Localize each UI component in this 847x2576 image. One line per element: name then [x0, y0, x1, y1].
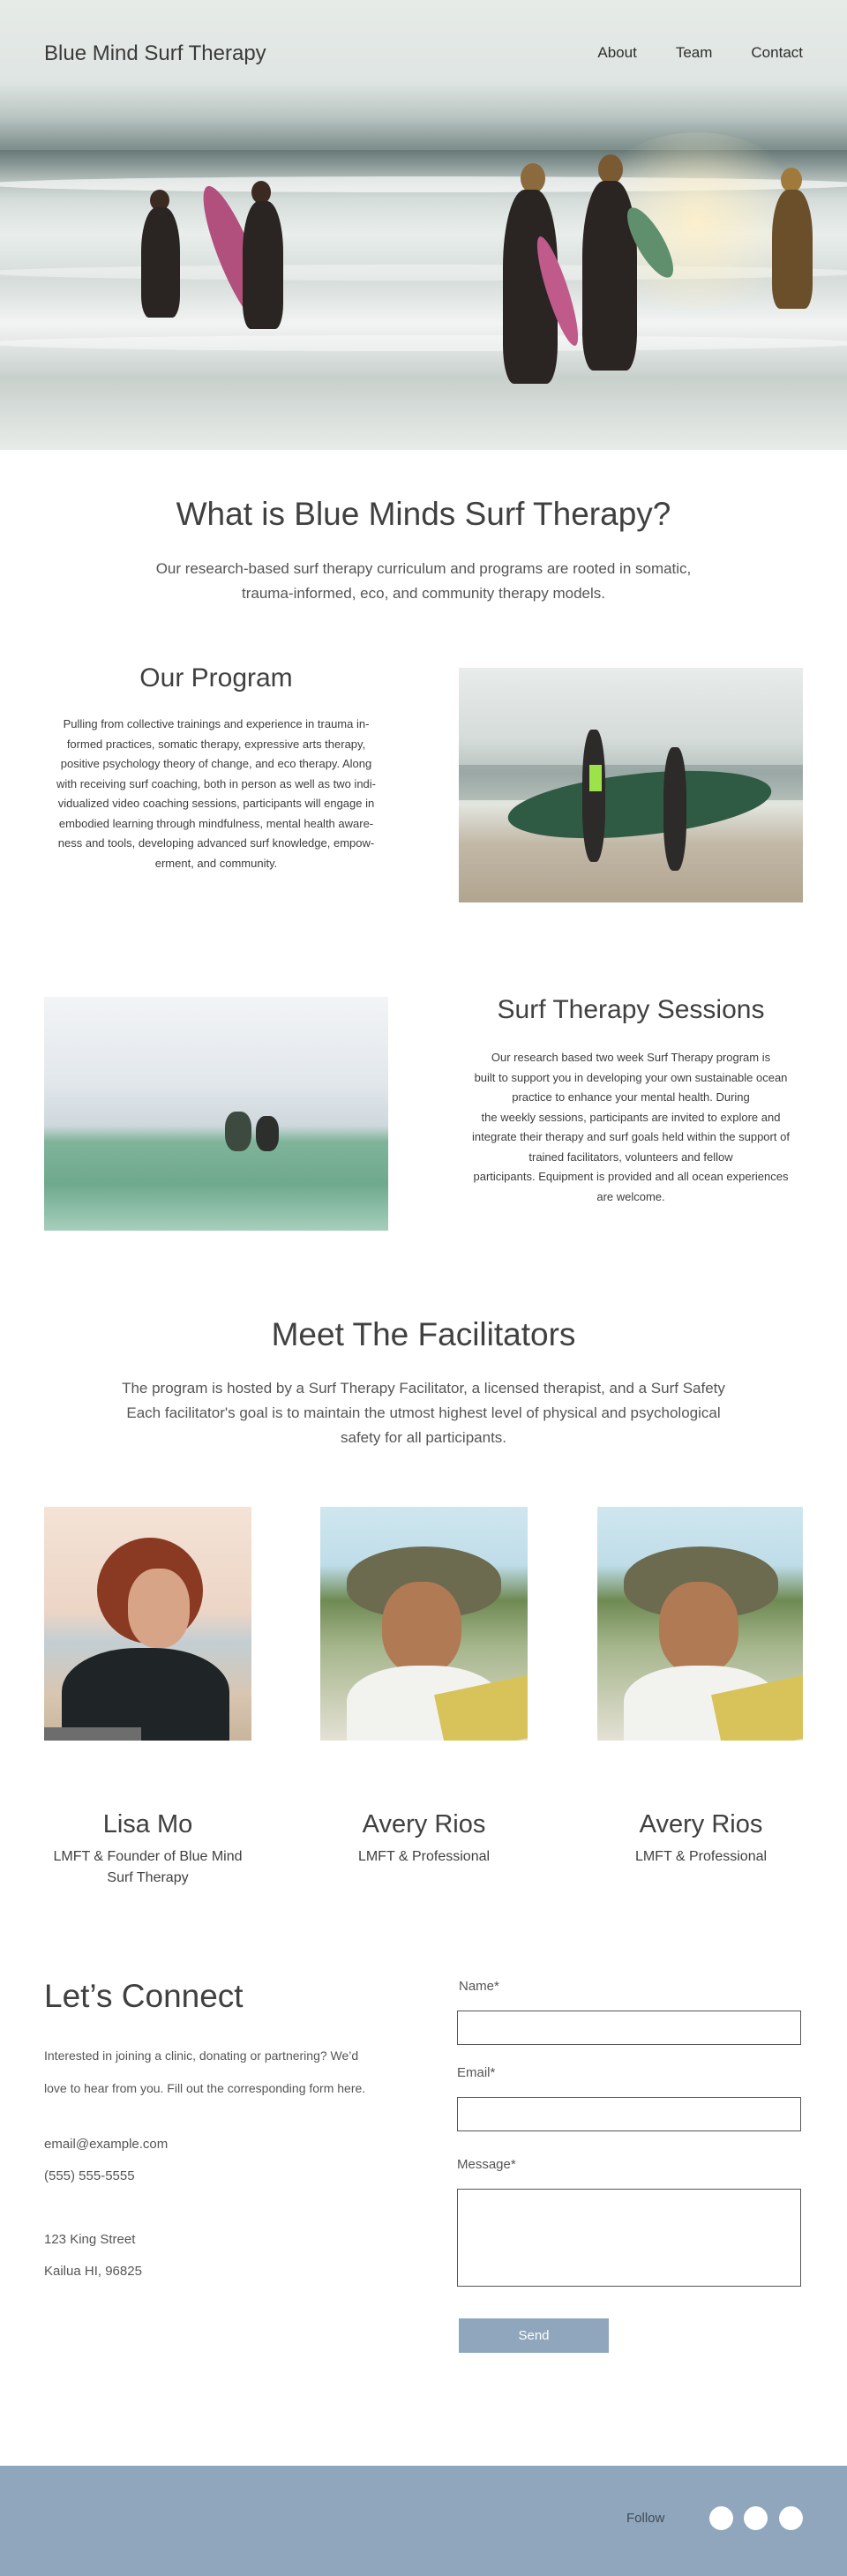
sessions-text: Our research based two week Surf Therapy…: [459, 1048, 803, 1207]
surfer-figure: [243, 201, 283, 329]
program-title: Our Program: [139, 663, 293, 693]
facilitator-name: Avery Rios: [639, 1810, 763, 1838]
facilitator-role: LMFT & Professional: [357, 1849, 491, 1864]
sessions-text-line: built to support you in developing your …: [474, 1070, 788, 1084]
nav-team[interactable]: Team: [676, 44, 713, 62]
hero-foam: [0, 335, 847, 351]
child-figure: [663, 747, 686, 871]
intro-text: Our research-based surf therapy curricul…: [0, 557, 847, 606]
program-text: Pulling from collective trainings and ex…: [44, 715, 388, 873]
connect-text-line: love to hear from you. Fill out the corr…: [44, 2081, 366, 2095]
facilitator-photo: [597, 1507, 803, 1741]
site-logo[interactable]: Blue Mind Surf Therapy: [44, 41, 266, 66]
sessions-text-line: the weekly sessions, participants are in…: [481, 1110, 781, 1124]
name-label: Name*: [459, 1979, 499, 1994]
name-field[interactable]: [457, 2011, 801, 2045]
facilitators-text-line: Each facilitator's goal is to maintain t…: [126, 1404, 721, 1421]
facilitator-card: Lisa Mo LMFT & Founder of Blue Mind Surf…: [26, 1810, 269, 1889]
program-text-line: Pulling from collective trainings and ex…: [63, 717, 370, 730]
surfer-figure: [141, 207, 180, 318]
program-text-line: positive psychology theory of change, an…: [60, 757, 372, 770]
facilitator-name: Avery Rios: [362, 1810, 486, 1838]
facilitator-card: Avery Rios LMFT & Professional: [580, 1810, 822, 1868]
message-label: Message*: [457, 2157, 516, 2172]
nav-about[interactable]: About: [597, 44, 636, 62]
main-nav: About Team Contact: [558, 44, 803, 62]
sessions-text-line: participants. Equipment is provided and …: [473, 1170, 789, 1183]
hero-image: Blue Mind Surf Therapy About Team Contac…: [0, 0, 847, 450]
facilitators-title: Meet The Facilitators: [271, 1316, 576, 1352]
intro-title: What is Blue Minds Surf Therapy?: [176, 496, 671, 532]
message-field[interactable]: [457, 2189, 801, 2287]
follow-label: Follow: [626, 2511, 665, 2526]
facilitators-text: The program is hosted by a Surf Therapy …: [0, 1376, 847, 1450]
sessions-text-line: practice to enhance your mental health. …: [512, 1090, 750, 1104]
email-label: Email*: [457, 2065, 496, 2080]
surfer-figure: [772, 190, 813, 309]
address-line: Kailua HI, 96825: [44, 2264, 142, 2279]
intro-text-line: trauma-informed, eco, and community ther…: [242, 585, 605, 602]
facilitator-name: Lisa Mo: [102, 1810, 193, 1838]
sessions-photo: [44, 997, 388, 1231]
contact-phone[interactable]: (555) 555-5555: [44, 2168, 135, 2183]
facilitator-role: LMFT & Founder of Blue Mind: [53, 1849, 243, 1864]
facilitators-text-line: The program is hosted by a Surf Therapy …: [122, 1380, 725, 1397]
person-figure: [225, 1112, 251, 1151]
connect-text-line: Interested in joining a clinic, donating…: [44, 2048, 359, 2063]
facilitator-card: Avery Rios LMFT & Professional: [303, 1810, 545, 1868]
nav-contact[interactable]: Contact: [751, 44, 803, 62]
program-text-line: ness and tools, developing advanced surf…: [57, 836, 375, 850]
sessions-text-line: are welcome.: [596, 1189, 665, 1203]
program-text-line: embodied learning through mindfulness, m…: [58, 816, 374, 830]
program-photo: [459, 668, 803, 902]
surfer-head: [781, 168, 802, 192]
contact-email[interactable]: email@example.com: [44, 2137, 168, 2152]
program-text-line: erment, and community.: [154, 856, 278, 870]
sessions-title: Surf Therapy Sessions: [497, 995, 765, 1024]
program-text-line: with receiving surf coaching, both in pe…: [56, 776, 376, 790]
facilitator-photo: [44, 1507, 251, 1741]
connect-title: Let’s Connect: [44, 1978, 244, 2014]
facilitator-photo: [320, 1507, 528, 1741]
email-field[interactable]: [457, 2097, 801, 2131]
intro-text-line: Our research-based surf therapy curricul…: [155, 560, 692, 577]
send-button[interactable]: Send: [459, 2318, 609, 2353]
connect-text: Interested in joining a clinic, donating…: [44, 2040, 397, 2105]
facilitators-text-line: safety for all participants.: [340, 1429, 507, 1446]
facilitator-role: Surf Therapy: [107, 1870, 189, 1885]
social-icon[interactable]: [779, 2506, 803, 2530]
sessions-text-line: trained facilitators, volunteers and fel…: [528, 1149, 733, 1164]
sessions-text-line: Our research based two week Surf Therapy…: [491, 1051, 771, 1064]
address-line: 123 King Street: [44, 2232, 136, 2247]
child-figure: [582, 730, 605, 862]
sessions-text-line: integrate their therapy and surf goals h…: [472, 1130, 790, 1143]
social-icon[interactable]: [744, 2506, 768, 2530]
program-text-line: vidualized video coaching sessions, part…: [57, 797, 375, 810]
surfer-head: [521, 163, 545, 193]
surfer-head: [598, 154, 623, 184]
program-text-line: formed practices, somatic therapy, expre…: [66, 737, 366, 751]
social-icon[interactable]: [709, 2506, 733, 2530]
person-figure: [256, 1116, 279, 1151]
facilitator-role: LMFT & Professional: [634, 1849, 768, 1864]
footer: Follow: [0, 2466, 847, 2576]
